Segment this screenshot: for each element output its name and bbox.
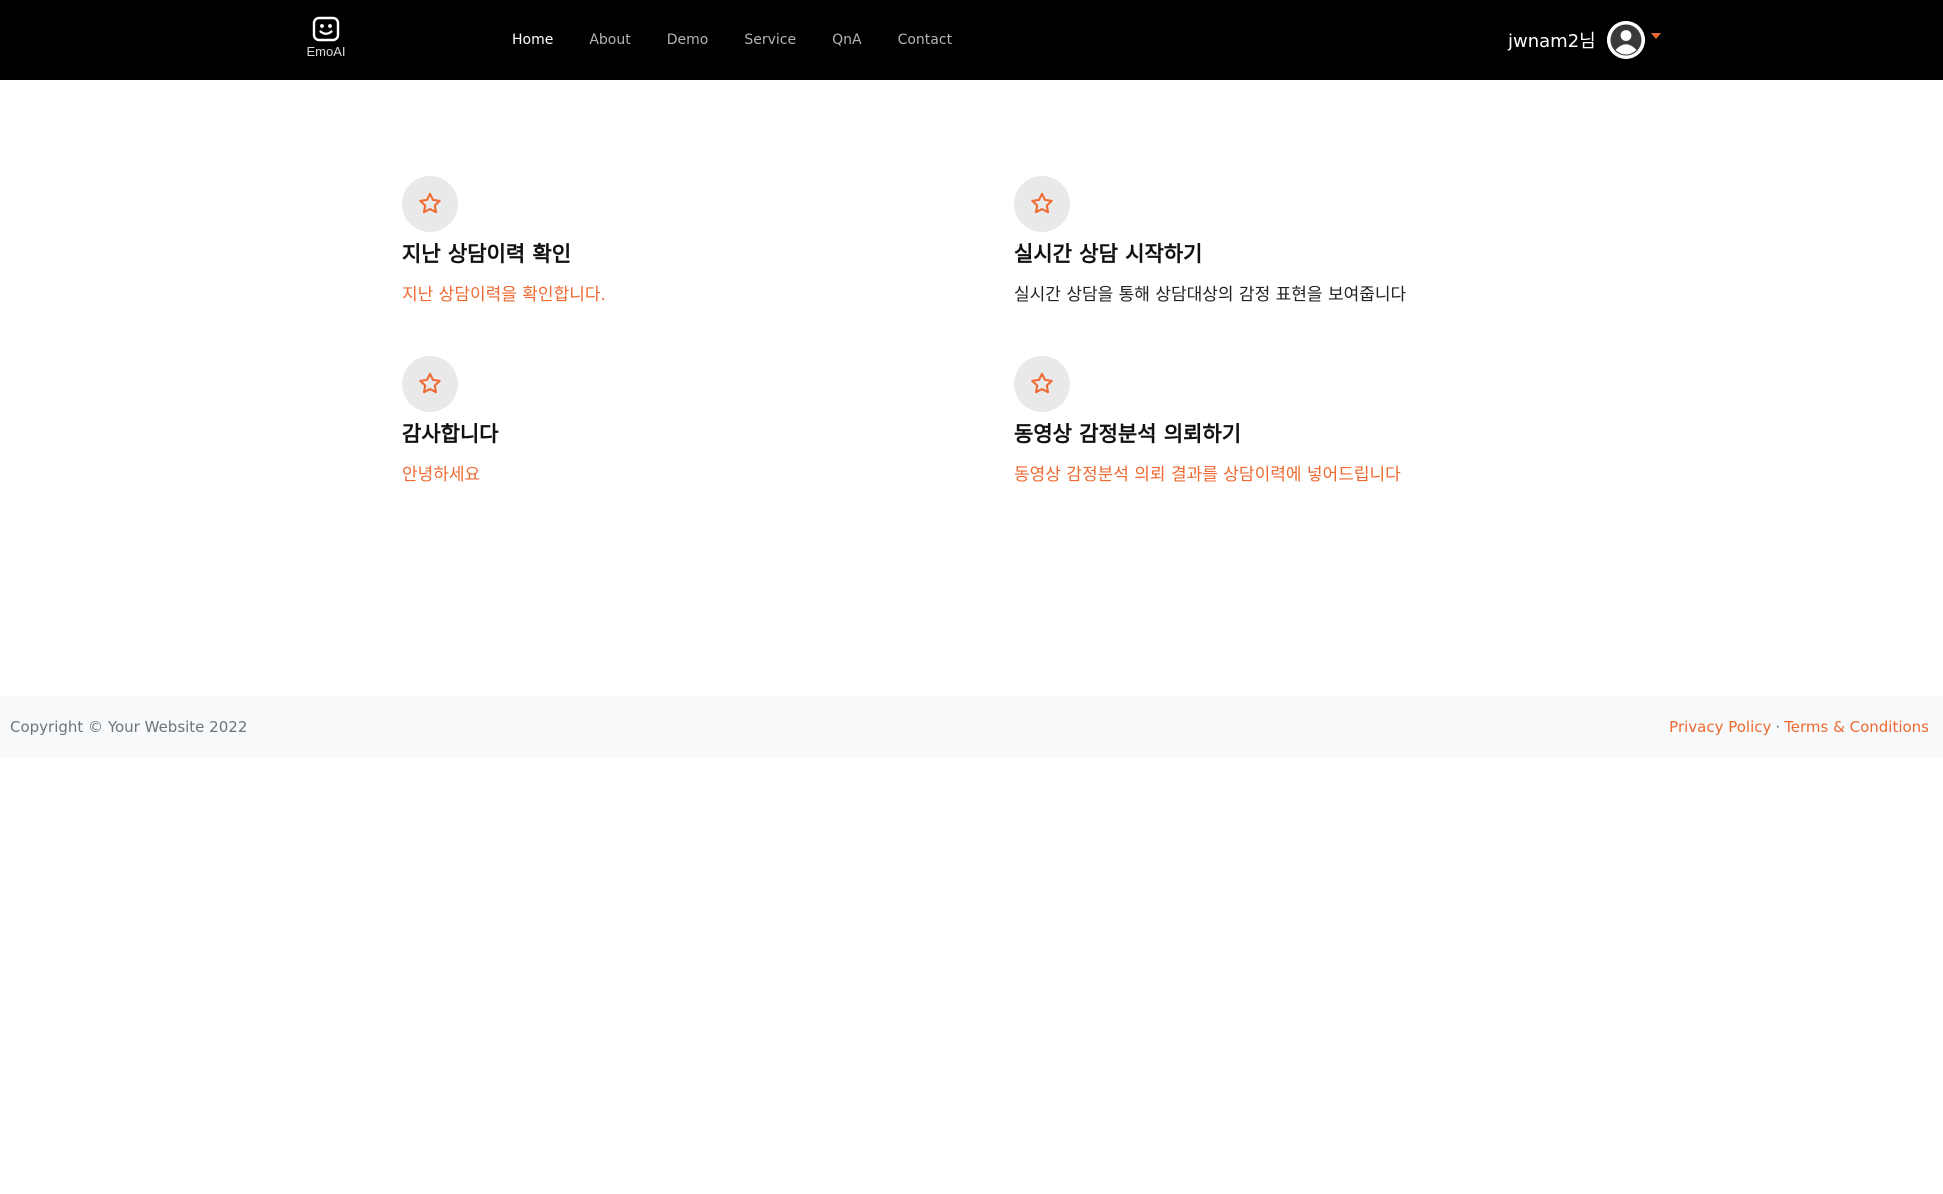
feature-title: 실시간 상담 시작하기 [1014,242,1203,266]
user-avatar-icon [1606,21,1645,59]
feature-icon-wrapper [402,356,458,412]
brand-name: EmoAI [306,44,346,59]
feature-description: 안녕하세요 [402,465,481,485]
star-icon [1031,372,1053,394]
user-menu-toggle[interactable]: jwnam2님 [1508,18,1661,62]
star-icon [419,192,441,214]
feature-video-analysis: 동영상 감정분석 의뢰하기 동영상 감정분석 의뢰 결과를 상담이력에 넣어드립… [1014,356,1574,487]
feature-icon-wrapper [1014,176,1070,232]
footer-separator: · [1775,718,1781,736]
feature-description: 지난 상담이력을 확인합니다. [402,285,606,305]
main-nav: Home About Demo Service QnA Contact [512,0,988,80]
terms-conditions-link[interactable]: Terms & Conditions [1784,718,1929,736]
nav-demo[interactable]: Demo [667,32,709,48]
feature-thanks: 감사합니다 안녕하세요 [402,356,962,487]
nav-qna[interactable]: QnA [832,32,861,48]
star-icon [1031,192,1053,214]
nav-about[interactable]: About [589,32,630,48]
nav-home[interactable]: Home [512,32,553,48]
star-icon [419,372,441,394]
feature-description: 동영상 감정분석 의뢰 결과를 상담이력에 넣어드립니다 [1014,465,1401,485]
feature-title: 지난 상담이력 확인 [402,242,572,266]
feature-title: 감사합니다 [402,422,499,446]
brand-logo[interactable]: EmoAI [300,16,352,62]
footer-links: Privacy Policy · Terms & Conditions [1669,696,1929,758]
username-label: jwnam2님 [1508,31,1596,52]
nav-service[interactable]: Service [744,32,796,48]
feature-description: 실시간 상담을 통해 상담대상의 감정 표현을 보여줍니다 [1014,285,1407,305]
feature-icon-wrapper [1014,356,1070,412]
caret-down-icon [1650,33,1661,39]
feature-live-consult: 실시간 상담 시작하기 실시간 상담을 통해 상담대상의 감정 표현을 보여줍니… [1014,176,1574,307]
navbar: EmoAI Home About Demo Service QnA Contac… [0,0,1943,80]
footer: Copyright © Your Website 2022 Privacy Po… [0,696,1943,758]
nav-contact[interactable]: Contact [898,32,952,48]
feature-icon-wrapper [402,176,458,232]
copyright-text: Copyright © Your Website 2022 [10,718,248,736]
feature-consult-history: 지난 상담이력 확인 지난 상담이력을 확인합니다. [402,176,962,307]
feature-title: 동영상 감정분석 의뢰하기 [1014,422,1242,446]
smiley-face-icon [312,16,340,42]
privacy-policy-link[interactable]: Privacy Policy [1669,718,1771,736]
